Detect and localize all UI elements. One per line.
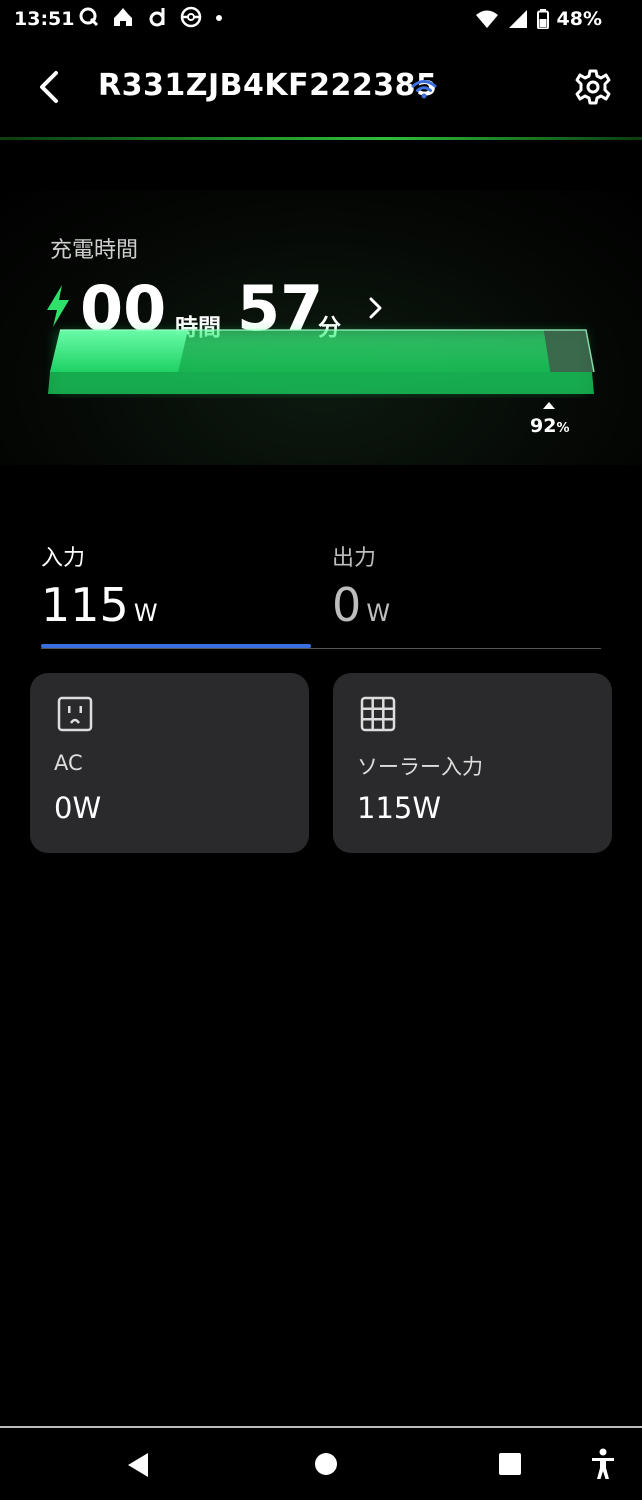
card-ac[interactable]: AC 0W — [30, 673, 309, 853]
tab-divider — [41, 648, 601, 649]
level-pointer-icon — [543, 402, 555, 409]
notification-icons — [78, 6, 224, 28]
card-solar[interactable]: ソーラー入力 115W — [333, 673, 612, 853]
battery-level-readout: 92% — [530, 415, 569, 437]
battery-highlight-segment — [50, 330, 188, 372]
pokeball-app-icon — [180, 6, 202, 28]
device-id-title: R331ZJB4KF222385 — [98, 68, 438, 103]
battery-level-value: 92 — [530, 415, 557, 437]
tab-output-unit: W — [366, 599, 391, 627]
tab-input[interactable]: 入力 115 W — [41, 540, 158, 632]
wifi-status-icon — [475, 10, 498, 28]
ac-outlet-icon — [57, 696, 93, 732]
tab-output[interactable]: 出力 0 W — [332, 540, 390, 632]
tab-selected-indicator — [41, 644, 311, 648]
tab-input-label: 入力 — [41, 546, 86, 571]
chevron-right-icon[interactable] — [366, 296, 386, 320]
tab-input-value: 115 — [41, 578, 129, 632]
tab-input-unit: W — [133, 599, 158, 627]
nav-back-icon[interactable] — [126, 1452, 150, 1478]
status-right: 48% — [475, 8, 602, 30]
battery-level-bar — [48, 329, 595, 394]
more-notifications-dot-icon — [216, 15, 222, 21]
battery-level-unit: % — [556, 421, 570, 436]
q-app-icon — [79, 7, 99, 27]
d-app-icon — [149, 8, 165, 27]
back-arrow-icon[interactable] — [34, 70, 64, 104]
tab-output-value: 0 — [332, 578, 362, 632]
solar-panel-icon — [360, 696, 396, 732]
settings-gear-icon[interactable] — [574, 68, 612, 106]
battery-status-icon — [536, 9, 549, 29]
card-ac-label: AC — [54, 751, 83, 775]
status-bar: 13:51 48% — [0, 0, 642, 40]
card-solar-value: 115W — [357, 791, 442, 825]
system-nav-bar — [0, 1428, 642, 1500]
wifi-connected-icon — [411, 80, 437, 99]
header-divider — [0, 137, 642, 140]
status-time: 13:51 — [14, 8, 75, 30]
nav-recents-icon[interactable] — [498, 1452, 522, 1476]
nav-home-icon[interactable] — [314, 1452, 338, 1476]
card-solar-label: ソーラー入力 — [357, 755, 483, 779]
tab-output-label: 出力 — [332, 546, 377, 571]
battery-front-face — [48, 372, 594, 394]
battery-percent: 48% — [556, 8, 602, 30]
cell-signal-icon — [508, 10, 527, 28]
castle-app-icon — [114, 8, 132, 26]
card-ac-value: 0W — [54, 791, 102, 825]
charge-time-label: 充電時間 — [50, 238, 139, 263]
accessibility-icon[interactable] — [590, 1448, 616, 1480]
